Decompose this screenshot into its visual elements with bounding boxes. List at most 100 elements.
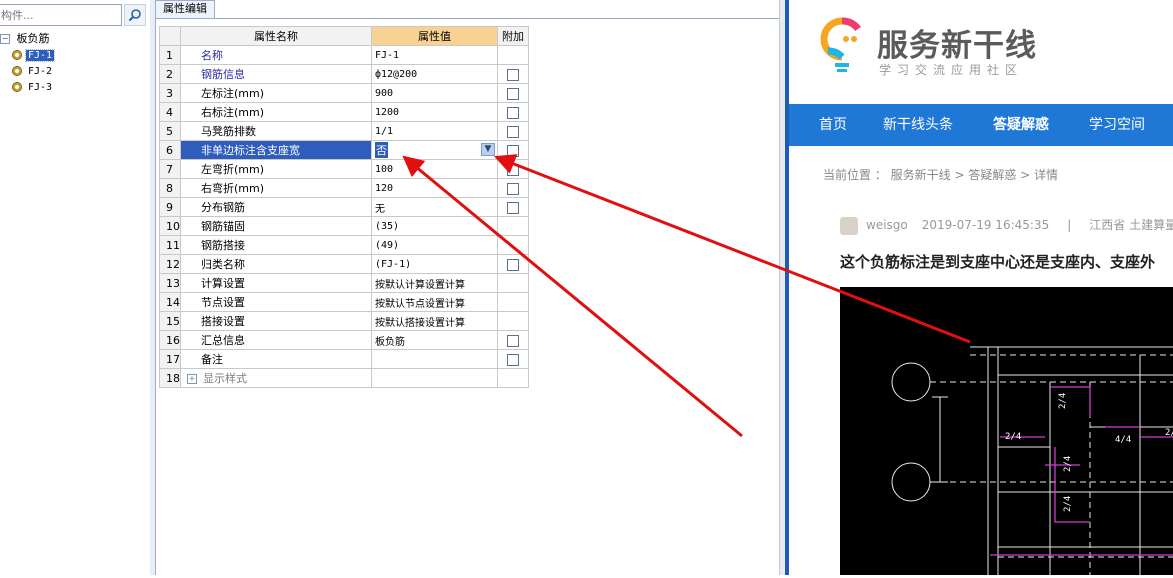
column-header-name[interactable]: 属性名称 xyxy=(180,26,372,46)
component-search-box[interactable] xyxy=(0,4,122,26)
extra-cell xyxy=(497,349,529,369)
property-name[interactable]: 搭接设置 xyxy=(180,311,372,331)
component-search-input[interactable] xyxy=(1,6,119,24)
extra-checkbox[interactable] xyxy=(507,87,519,100)
property-value[interactable]: 1/1 xyxy=(371,121,498,141)
property-row[interactable]: 3 左标注(mm) 900 xyxy=(159,83,529,103)
property-value[interactable]: (49) xyxy=(371,235,498,255)
extra-cell xyxy=(497,102,529,122)
property-name[interactable]: 左标注(mm) xyxy=(180,83,372,103)
tree-item-label: FJ-2 xyxy=(28,66,53,77)
tree-item-fj-2[interactable]: FJ-2 xyxy=(0,63,54,79)
property-value-select[interactable]: 否 xyxy=(375,142,388,158)
property-name[interactable]: 名称 xyxy=(180,45,372,65)
extra-cell xyxy=(497,216,529,236)
property-value[interactable]: 按默认节点设置计算 xyxy=(371,292,498,312)
nav-item-qa[interactable]: 答疑解惑 xyxy=(993,104,1049,146)
chevron-down-icon[interactable]: ▼ xyxy=(481,143,495,156)
property-row[interactable]: 7 左弯折(mm) 100 xyxy=(159,159,529,179)
property-row[interactable]: 4 右标注(mm) 1200 xyxy=(159,102,529,122)
tab-property-edit[interactable]: 属性编辑 xyxy=(155,0,215,18)
property-name[interactable]: 右标注(mm) xyxy=(180,102,372,122)
property-row[interactable]: 17 备注 xyxy=(159,349,529,369)
property-name[interactable]: 左弯折(mm) xyxy=(180,159,372,179)
property-name[interactable]: 分布钢筋 xyxy=(180,197,372,217)
extra-checkbox[interactable] xyxy=(507,258,519,271)
property-value[interactable] xyxy=(371,368,498,388)
property-row[interactable]: 14 节点设置 按默认节点设置计算 xyxy=(159,292,529,312)
extra-checkbox[interactable] xyxy=(507,201,519,214)
property-name[interactable]: 汇总信息 xyxy=(180,330,372,350)
nav-item-learning[interactable]: 学习空间 xyxy=(1089,104,1145,146)
property-row[interactable]: 12 归类名称 (FJ-1) xyxy=(159,254,529,274)
property-value[interactable]: ф12@200 xyxy=(371,64,498,84)
property-row[interactable]: 16 汇总信息 板负筋 xyxy=(159,330,529,350)
post-datetime: 2019-07-19 16:45:35 xyxy=(921,218,1050,232)
property-value[interactable]: 无 xyxy=(371,197,498,217)
property-row[interactable]: 8 右弯折(mm) 120 xyxy=(159,178,529,198)
property-name[interactable]: 备注 xyxy=(180,349,372,369)
property-value[interactable]: 按默认搭接设置计算 xyxy=(371,311,498,331)
extra-cell xyxy=(497,292,529,312)
extra-checkbox[interactable] xyxy=(507,125,519,138)
property-value[interactable]: 900 xyxy=(371,83,498,103)
property-row[interactable]: 15 搭接设置 按默认搭接设置计算 xyxy=(159,311,529,331)
property-row[interactable]: 10 钢筋锚固 (35) xyxy=(159,216,529,236)
property-name[interactable]: 马凳筋排数 xyxy=(180,121,372,141)
extra-checkbox[interactable] xyxy=(507,68,519,81)
expand-icon[interactable]: + xyxy=(187,374,197,384)
property-name[interactable]: 节点设置 xyxy=(180,292,372,312)
extra-checkbox[interactable] xyxy=(507,144,519,157)
property-value[interactable]: 板负筋 xyxy=(371,330,498,350)
property-row[interactable]: 9 分布钢筋无 xyxy=(159,197,529,217)
property-value[interactable]: (FJ-1) xyxy=(371,254,498,274)
avatar[interactable] xyxy=(840,216,858,235)
property-value[interactable]: 120 xyxy=(371,178,498,198)
site-name[interactable]: 服务新干线 xyxy=(877,20,1037,65)
property-value[interactable]: 按默认计算设置计算 xyxy=(371,273,498,293)
extra-checkbox[interactable] xyxy=(507,106,519,119)
property-value[interactable]: 100 xyxy=(371,159,498,179)
property-value[interactable]: 1200 xyxy=(371,102,498,122)
search-button[interactable] xyxy=(124,4,146,26)
extra-checkbox[interactable] xyxy=(507,182,519,195)
property-value[interactable] xyxy=(371,349,498,369)
cad-drawing-image[interactable]: 2/4 2/4 4/4 2/4 2/4 2/4 xyxy=(840,287,1173,575)
tree-root-node[interactable]: − 板负筋 xyxy=(0,31,54,47)
property-name[interactable]: 钢筋信息 xyxy=(180,64,372,84)
property-name[interactable]: + 显示样式 xyxy=(180,368,372,388)
property-value[interactable]: 否 ▼ xyxy=(371,140,498,160)
extra-checkbox[interactable] xyxy=(507,163,519,176)
property-row[interactable]: 6 非单边标注含支座宽否 ▼ xyxy=(159,140,529,160)
property-row[interactable]: 2 钢筋信息 ф12@200 xyxy=(159,64,529,84)
extra-checkbox[interactable] xyxy=(507,353,519,366)
property-name[interactable]: 计算设置 xyxy=(180,273,372,293)
nav-item-home[interactable]: 首页 xyxy=(819,104,847,146)
post-author[interactable]: weisgo xyxy=(866,218,908,232)
cad-dimension-label: 4/4 xyxy=(1115,435,1131,445)
property-row[interactable]: 5 马凳筋排数 1/1 xyxy=(159,121,529,141)
collapse-icon[interactable]: − xyxy=(0,34,10,44)
cad-dimension-label: 2/4 xyxy=(1063,456,1073,472)
property-row[interactable]: 18 + 显示样式 xyxy=(159,368,529,388)
extra-cell xyxy=(497,330,529,350)
site-logo-icon[interactable] xyxy=(820,17,864,77)
property-row[interactable]: 11 钢筋搭接 (49) xyxy=(159,235,529,255)
property-row[interactable]: 1 名称 FJ-1 xyxy=(159,45,529,65)
row-number: 11 xyxy=(159,235,181,255)
property-name[interactable]: 右弯折(mm) xyxy=(180,178,372,198)
property-name[interactable]: 归类名称 xyxy=(180,254,372,274)
property-value[interactable]: (35) xyxy=(371,216,498,236)
property-name[interactable]: 非单边标注含支座宽 xyxy=(180,140,372,160)
column-header-value[interactable]: 属性值 xyxy=(371,26,498,46)
tree-item-fj-3[interactable]: FJ-3 xyxy=(0,79,54,95)
extra-checkbox[interactable] xyxy=(507,334,519,347)
tree-item-fj-1[interactable]: FJ-1 xyxy=(0,47,56,63)
property-value[interactable]: FJ-1 xyxy=(371,45,498,65)
property-row[interactable]: 13 计算设置 按默认计算设置计算 xyxy=(159,273,529,293)
property-name[interactable]: 钢筋锚固 xyxy=(180,216,372,236)
column-header-extra[interactable]: 附加 xyxy=(497,26,529,46)
nav-item-headlines[interactable]: 新干线头条 xyxy=(883,104,953,146)
property-name[interactable]: 钢筋搭接 xyxy=(180,235,372,255)
component-tree-panel: − 板负筋 FJ-1 FJ-2 FJ-3 xyxy=(0,0,151,575)
